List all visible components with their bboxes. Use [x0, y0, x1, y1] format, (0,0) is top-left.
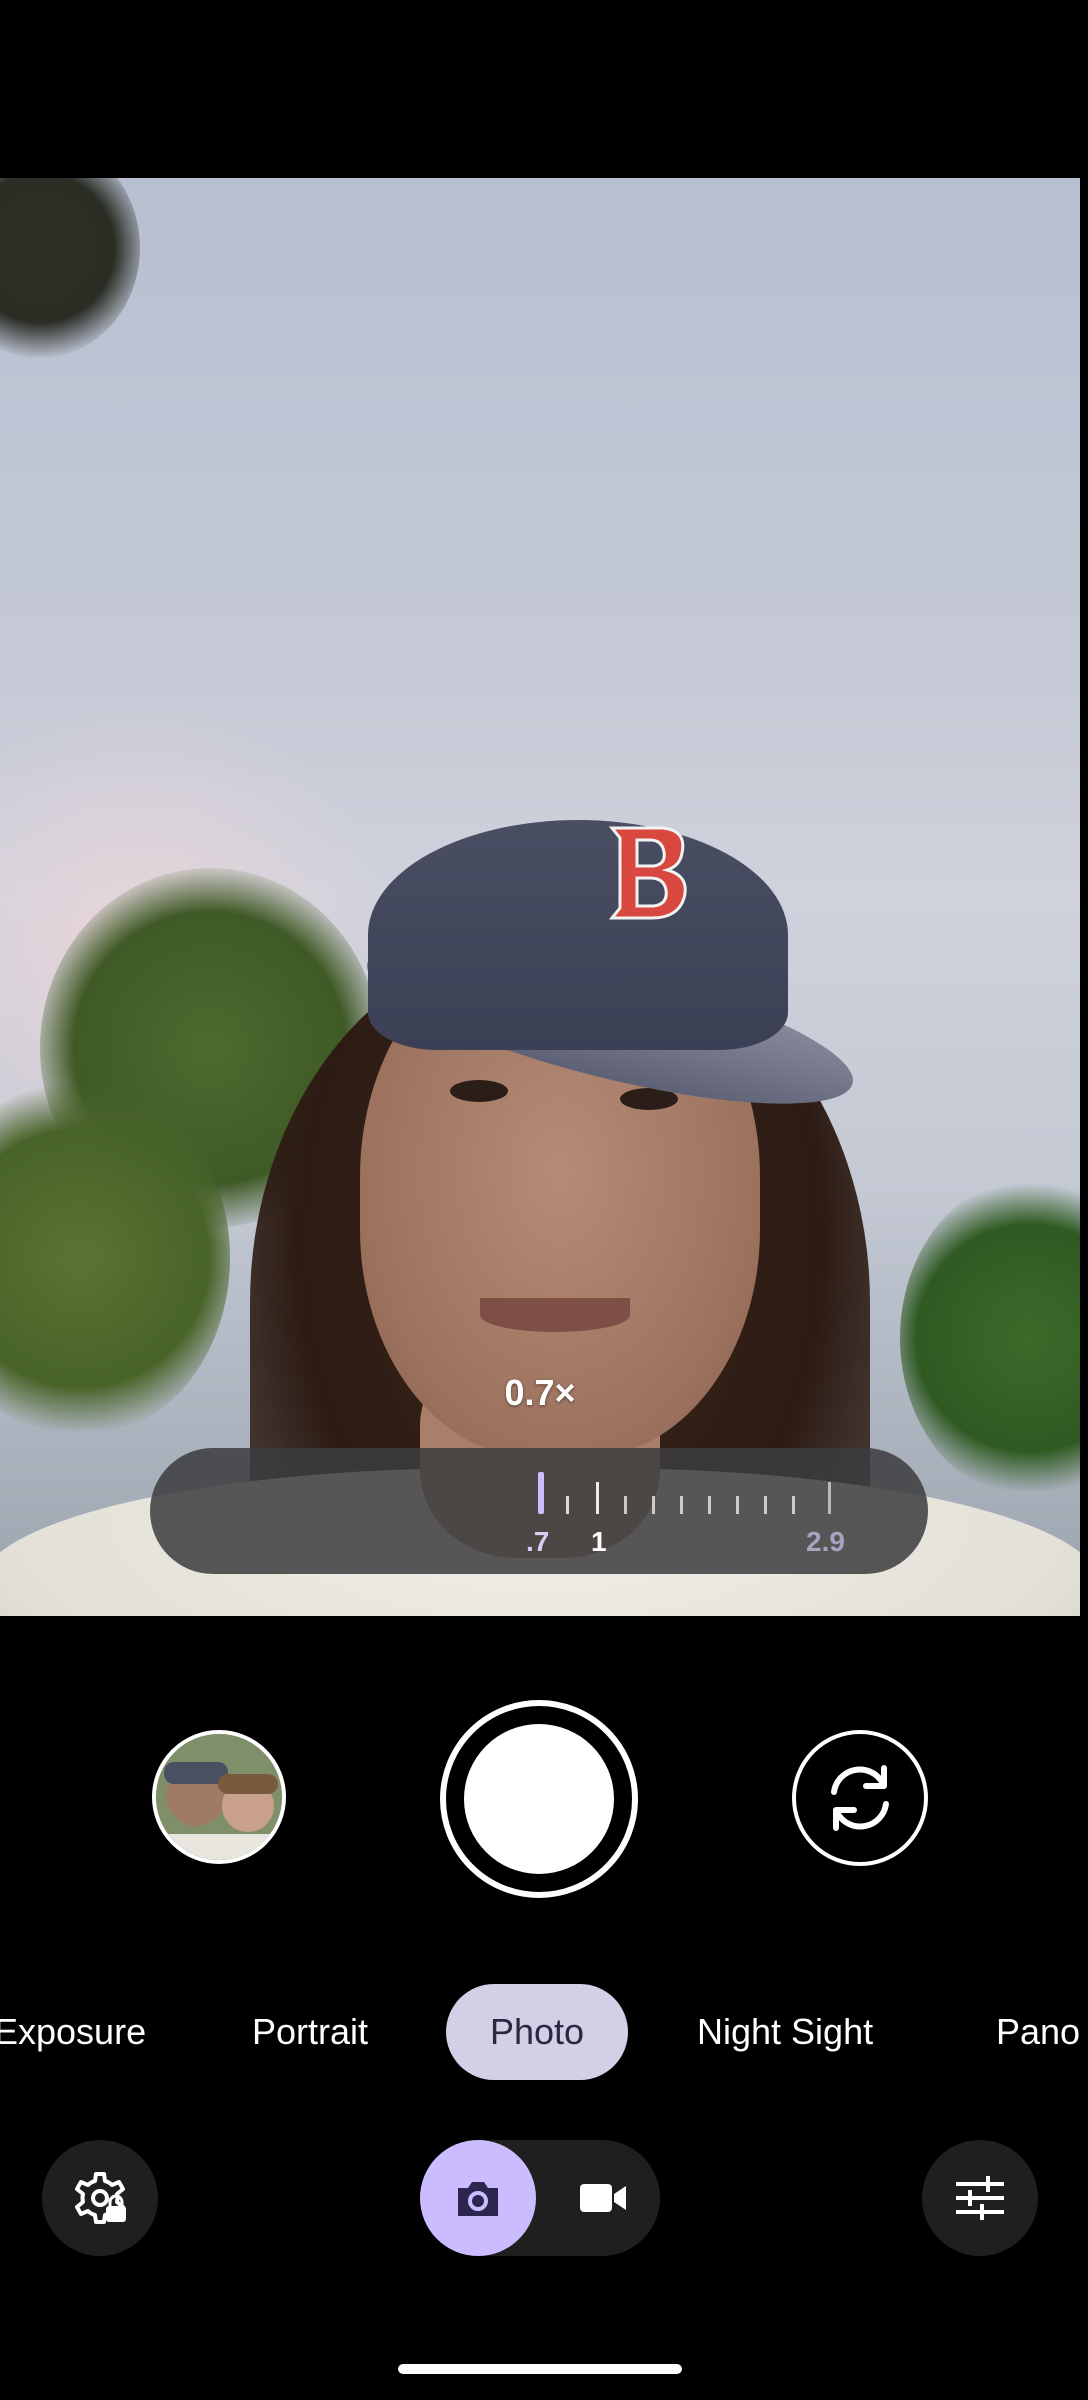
mode-night-sight[interactable]: Night Sight [697, 1984, 873, 2080]
mode-pano[interactable]: Pano [996, 1984, 1080, 2080]
zoom-tick [680, 1496, 683, 1514]
zoom-label-1x: 1 [591, 1526, 607, 1557]
subject-eye-left [450, 1080, 508, 1102]
flip-camera-button[interactable] [792, 1730, 928, 1866]
shutter-button-inner [464, 1724, 614, 1874]
mode-photo[interactable]: Photo [446, 1984, 629, 2080]
flip-camera-icon [831, 1765, 889, 1831]
tree-left-top [0, 178, 140, 358]
cap-logo [608, 826, 687, 920]
mode-exposure[interactable]: Exposure [0, 1984, 146, 2080]
zoom-tick [652, 1496, 655, 1514]
zoom-tick [792, 1496, 795, 1514]
home-indicator[interactable] [398, 2364, 682, 2374]
video-mode-button[interactable] [544, 2140, 660, 2256]
shutter-button[interactable] [440, 1700, 638, 1898]
zoom-level-label: 0.7× [504, 1372, 576, 1413]
thumbnail-image [156, 1734, 282, 1860]
videocam-icon [580, 2184, 626, 2212]
zoom-current-tick [538, 1472, 544, 1514]
adjustments-button[interactable] [922, 2140, 1038, 2256]
subject-mouth [480, 1298, 630, 1332]
zoom-tick [624, 1496, 627, 1514]
settings-gear-lock-icon [75, 2172, 126, 2224]
zoom-tick [764, 1496, 767, 1514]
zoom-tick [566, 1496, 569, 1514]
mode-portrait[interactable]: Portrait [252, 1984, 368, 2080]
zoom-tick [736, 1496, 739, 1514]
zoom-tick-major [596, 1482, 599, 1514]
gallery-thumbnail[interactable] [152, 1730, 286, 1864]
cap-crown [368, 820, 788, 1050]
zoom-tick-major [828, 1482, 831, 1514]
zoom-label-max: 2.9 [806, 1526, 845, 1557]
zoom-tick [708, 1496, 711, 1514]
photo-video-toggle[interactable] [420, 2140, 660, 2256]
camera-icon [458, 2182, 498, 2216]
zoom-label-min: .7 [526, 1526, 550, 1557]
photo-mode-button[interactable] [420, 2140, 536, 2256]
sliders-icon [956, 2176, 1004, 2220]
mode-selector[interactable]: Exposure Portrait Photo Night Sight Pano [0, 1984, 1088, 2080]
camera-settings-button[interactable] [42, 2140, 158, 2256]
